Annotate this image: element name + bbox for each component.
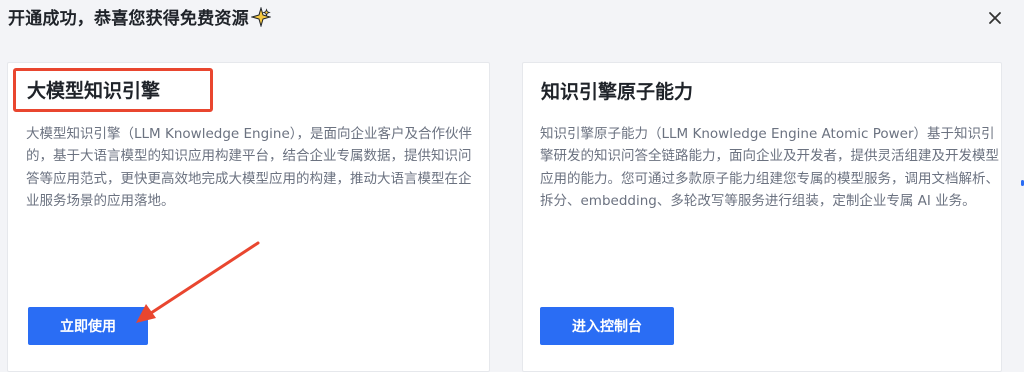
sparkle-icon [249, 5, 272, 28]
card-title: 知识引擎原子能力 [541, 81, 694, 103]
dialog-title-row: 开通成功，恭喜您获得免费资源 [8, 4, 272, 29]
card-llm-knowledge-engine: 大模型知识引擎 大模型知识引擎（LLM Knowledge Engine），是面… [7, 62, 490, 372]
card-atomic-power: 知识引擎原子能力 知识引擎原子能力（LLM Knowledge Engine A… [522, 62, 1002, 372]
dialog-title: 开通成功，恭喜您获得免费资源 [8, 9, 249, 29]
enter-console-button[interactable]: 进入控制台 [540, 307, 674, 345]
card-description: 知识引擎原子能力（LLM Knowledge Engine Atomic Pow… [540, 126, 999, 210]
use-now-button[interactable]: 立即使用 [28, 307, 148, 345]
card-title: 大模型知识引擎 [27, 80, 161, 102]
card-description: 大模型知识引擎（LLM Knowledge Engine），是面向企业客户及合作… [26, 126, 473, 210]
close-icon[interactable] [988, 10, 1002, 24]
